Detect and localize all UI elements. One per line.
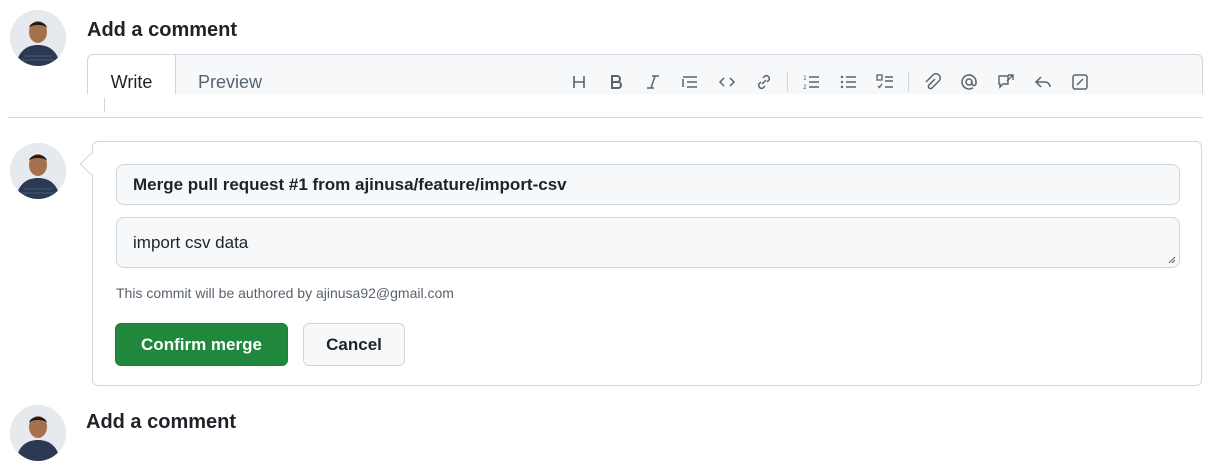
comment-editor-header: Write Preview 12 — [87, 54, 1203, 94]
merge-confirmation-card: Merge pull request #1 from ajinusa/featu… — [92, 141, 1202, 386]
commit-message-textarea[interactable]: import csv data — [116, 217, 1180, 268]
italic-icon[interactable] — [638, 68, 668, 94]
task-list-icon[interactable] — [870, 68, 900, 94]
cancel-button[interactable]: Cancel — [303, 323, 405, 366]
resize-handle-icon[interactable] — [1166, 254, 1176, 264]
tab-write[interactable]: Write — [88, 55, 176, 94]
unordered-list-icon[interactable] — [833, 68, 863, 94]
bold-icon[interactable] — [601, 68, 631, 94]
attach-icon[interactable] — [917, 68, 947, 94]
svg-text:2: 2 — [803, 84, 807, 91]
mention-icon[interactable] — [954, 68, 984, 94]
confirm-merge-button[interactable]: Confirm merge — [115, 323, 288, 366]
avatar[interactable] — [10, 10, 66, 66]
tab-preview[interactable]: Preview — [198, 55, 262, 94]
slash-commands-icon[interactable] — [1065, 68, 1095, 94]
svg-text:1: 1 — [803, 75, 807, 82]
code-icon[interactable] — [712, 68, 742, 94]
heading-icon[interactable] — [564, 68, 594, 94]
toolbar-divider — [787, 72, 788, 92]
comment-section-title: Add a comment — [87, 19, 238, 41]
avatar[interactable] — [10, 405, 66, 461]
commit-message-text: import csv data — [133, 232, 249, 252]
reference-icon[interactable] — [991, 68, 1021, 94]
toolbar-divider — [908, 72, 909, 92]
numbered-list-icon[interactable]: 12 — [796, 68, 826, 94]
quote-icon[interactable] — [675, 68, 705, 94]
section-divider — [8, 117, 1203, 118]
avatar[interactable] — [10, 143, 66, 199]
markdown-toolbar: 12 — [564, 68, 1102, 94]
link-icon[interactable] — [749, 68, 779, 94]
author-note: This commit will be authored by ajinusa9… — [116, 285, 454, 301]
bottom-section-title: Add a comment — [86, 411, 237, 433]
editor-edge — [104, 98, 105, 112]
commit-title-input[interactable]: Merge pull request #1 from ajinusa/featu… — [116, 164, 1180, 205]
reply-icon[interactable] — [1028, 68, 1058, 94]
